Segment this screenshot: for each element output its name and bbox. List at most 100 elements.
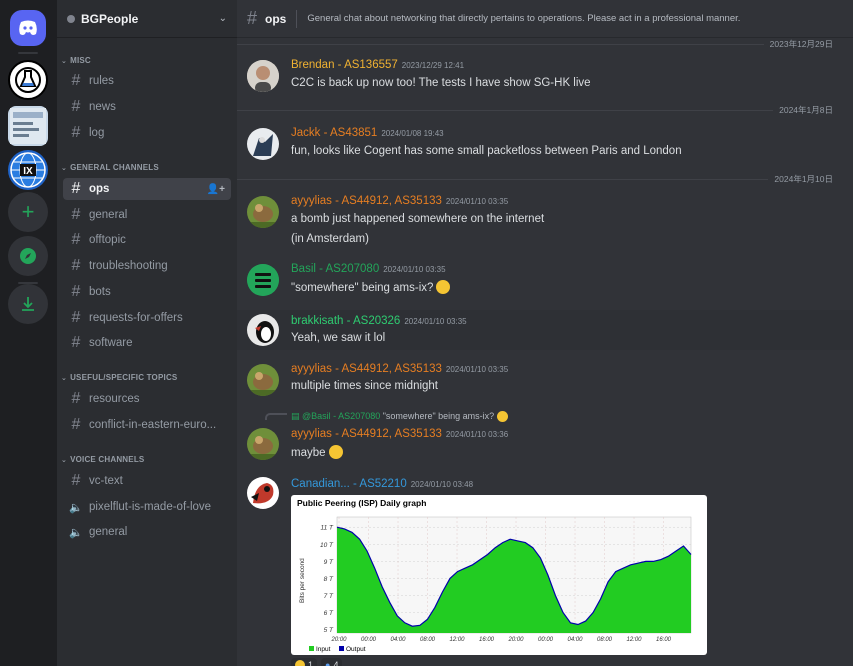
- username[interactable]: Basil - AS207080: [291, 263, 379, 275]
- username[interactable]: Jackk - AS43851: [291, 127, 377, 139]
- message-text: fun, looks like Cogent has some small pa…: [291, 145, 682, 157]
- message[interactable]: Canadian... - AS52210 2024/01/10 03:48: [247, 477, 839, 509]
- channel-ops[interactable]: # ops 👤+: [63, 178, 231, 200]
- avatar[interactable]: [247, 428, 279, 460]
- message[interactable]: ayyylias - AS44912, AS35133 2024/01/10 03…: [247, 428, 839, 468]
- avatar[interactable]: [247, 264, 279, 296]
- discord-window: IX + BGPeople ⌄ ⌄ MISC # rules # news # log …: [0, 0, 853, 666]
- hash-icon: #: [71, 231, 81, 248]
- avatar[interactable]: [247, 314, 279, 346]
- channel-rules[interactable]: # rules: [63, 70, 231, 92]
- traffic-chart: 11 T 10 T 9 T 8 T 7 T 6 T 5 T 20:00 00:00 04:00 08…: [299, 516, 692, 653]
- chevron-icon: ⌄: [61, 456, 68, 464]
- message-text: multiple times since midnight: [291, 380, 439, 392]
- hash-icon: #: [71, 472, 81, 489]
- reply-preview[interactable]: ▤ @Basil - AS207080 "somewhere" being am…: [265, 411, 509, 422]
- category-misc[interactable]: ⌄ MISC: [61, 56, 91, 65]
- username[interactable]: Canadian... - AS52210: [291, 478, 407, 490]
- hash-icon: #: [71, 416, 81, 433]
- channel-troubleshooting[interactable]: # troubleshooting: [63, 255, 231, 277]
- message-text: Yeah, we saw it lol: [291, 332, 386, 344]
- x-tick-label: 00:00: [361, 637, 377, 643]
- graph-attachment[interactable]: Public Peering (ISP) Daily graph 11 T 10 …: [291, 495, 707, 655]
- category-voice-channels[interactable]: ⌄ VOICE CHANNELS: [61, 455, 144, 464]
- username[interactable]: brakkisath - AS20326: [291, 315, 400, 327]
- channel-requests-for-offers[interactable]: # requests-for-offers: [63, 307, 231, 329]
- channel-bots[interactable]: # bots: [63, 281, 231, 303]
- category-general-channels[interactable]: ⌄ GENERAL CHANNELS: [61, 163, 159, 172]
- username[interactable]: ayyylias - AS44912, AS35133: [291, 195, 442, 207]
- invite-user-icon[interactable]: 👤+: [207, 184, 225, 195]
- svg-text:IX: IX: [23, 166, 33, 177]
- avatar[interactable]: [247, 196, 279, 228]
- channel-general[interactable]: # general: [63, 204, 231, 226]
- channel-label: general: [89, 526, 128, 538]
- reply-username[interactable]: @Basil - AS207080: [302, 411, 380, 421]
- channel-log[interactable]: # log: [63, 122, 231, 144]
- hash-icon: #: [71, 309, 81, 326]
- x-tick-label: 04:00: [390, 637, 406, 643]
- hash-icon: #: [71, 72, 81, 89]
- message-text: "somewhere" being ams-ix?: [291, 282, 434, 294]
- channel-software[interactable]: # software: [63, 332, 231, 354]
- channel-label: requests-for-offers: [89, 312, 183, 324]
- message[interactable]: Basil - AS207080 2024/01/10 03:35 "somewh…: [247, 262, 839, 302]
- channel-label: ops: [89, 183, 110, 195]
- message-text: maybe: [291, 447, 326, 459]
- avatar[interactable]: [247, 477, 279, 509]
- date-divider: 2023年12月29日: [237, 38, 839, 50]
- rail-separator: [18, 52, 38, 54]
- channel-topic[interactable]: General chat about networking that direc…: [307, 13, 740, 24]
- reaction-penguin[interactable]: ● 4: [321, 658, 343, 666]
- message[interactable]: brakkisath - AS20326 2024/01/10 03:35 Yea…: [247, 314, 839, 350]
- voice-channel-pixelflut[interactable]: 🔈 pixelflut-is-made-of-love: [63, 496, 231, 518]
- category-useful-topics[interactable]: ⌄ USEFUL/SPECIFIC TOPICS: [61, 373, 177, 382]
- message[interactable]: ayyylias - AS44912, AS35133 2024/01/10 03…: [247, 362, 839, 402]
- server-icon-screenshot[interactable]: [8, 106, 48, 146]
- server-icon-ix-globe[interactable]: IX: [8, 150, 48, 190]
- explore-servers-icon[interactable]: [8, 236, 48, 276]
- channel-offtopic[interactable]: # offtopic: [63, 229, 231, 251]
- category-label: MISC: [70, 56, 91, 65]
- y-tick-label: 9 T: [324, 559, 334, 566]
- x-tick-label: 12:00: [626, 637, 642, 643]
- username[interactable]: Brendan - AS136557: [291, 59, 398, 71]
- channel-vc-text[interactable]: # vc-text: [63, 470, 231, 492]
- reactions-bar: 1 ● 4: [291, 658, 343, 666]
- message[interactable]: Brendan - AS136557 2023/12/29 12:41 C2C i…: [247, 58, 839, 98]
- category-label: VOICE CHANNELS: [70, 455, 145, 464]
- laughing-emoji-icon: [295, 660, 305, 666]
- y-tick-label: 5 T: [324, 627, 334, 634]
- discord-home-icon[interactable]: [10, 10, 46, 46]
- date-label: 2024年1月10日: [774, 174, 833, 184]
- avatar[interactable]: [247, 128, 279, 160]
- add-server-icon[interactable]: +: [8, 192, 48, 232]
- message[interactable]: Jackk - AS43851 2024/01/08 19:43 fun, loo…: [247, 126, 839, 166]
- download-apps-icon[interactable]: [8, 284, 48, 324]
- chevron-down-icon: ⌄: [218, 13, 227, 24]
- channel-label: troubleshooting: [89, 260, 168, 272]
- avatar[interactable]: [247, 60, 279, 92]
- channel-label: rules: [89, 75, 114, 87]
- username[interactable]: ayyylias - AS44912, AS35133: [291, 363, 442, 375]
- y-tick-label: 11 T: [320, 525, 334, 532]
- hash-icon: #: [71, 180, 81, 197]
- legend-output-label: Output: [346, 646, 366, 653]
- avatar[interactable]: [247, 364, 279, 396]
- reaction-laughing[interactable]: 1: [291, 658, 318, 666]
- voice-channel-general[interactable]: 🔈 general: [63, 521, 231, 543]
- channel-resources[interactable]: # resources: [63, 388, 231, 410]
- x-tick-label: 20:00: [330, 637, 347, 643]
- server-header[interactable]: BGPeople ⌄: [57, 0, 237, 38]
- server-icon-flask[interactable]: [8, 60, 48, 100]
- channel-conflict-in-eastern-europe[interactable]: # conflict-in-eastern-euro...: [63, 414, 231, 436]
- x-tick-label: 20:00: [507, 637, 524, 643]
- channel-news[interactable]: # news: [63, 96, 231, 118]
- message[interactable]: ayyylias - AS44912, AS35133 2024/01/10 03…: [247, 194, 839, 248]
- channel-label: conflict-in-eastern-euro...: [89, 419, 217, 431]
- chevron-icon: ⌄: [61, 57, 68, 65]
- y-tick-label: 10 T: [320, 542, 334, 549]
- username[interactable]: ayyylias - AS44912, AS35133: [291, 428, 442, 440]
- hash-icon: #: [71, 257, 81, 274]
- channel-topbar: # ops General chat about networking that…: [237, 0, 853, 38]
